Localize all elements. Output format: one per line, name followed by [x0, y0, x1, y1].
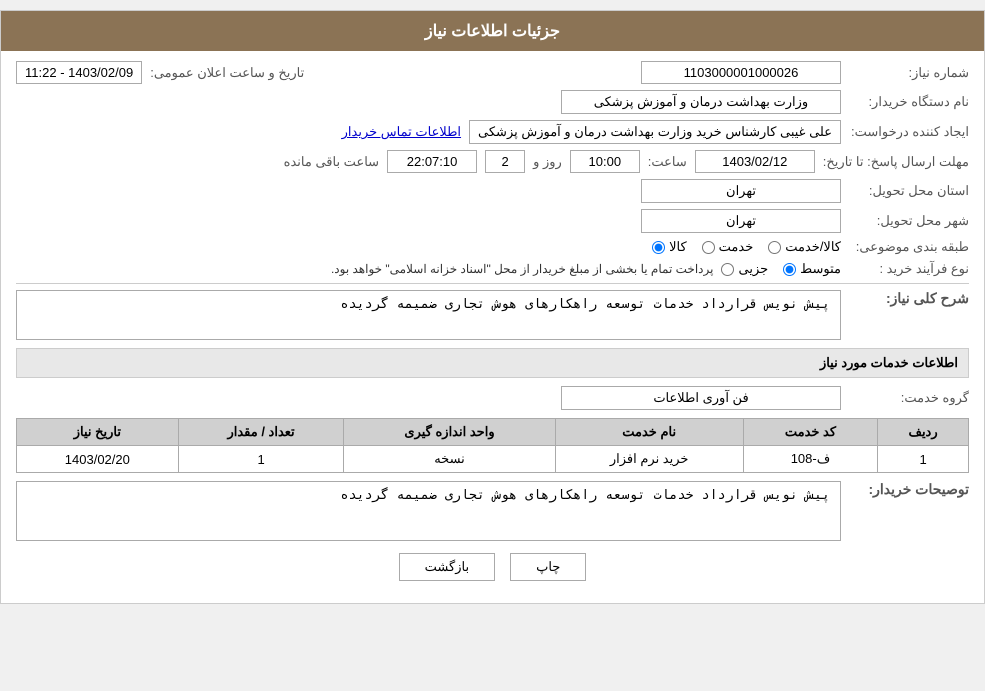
tabaqe-khidmat-label: خدمت: [719, 239, 754, 255]
page-container: جزئیات اطلاعات نیاز شماره نیاز: 11030000…: [0, 10, 985, 604]
back-button[interactable]: بازگشت: [399, 553, 495, 581]
row-tosifat: توصیحات خریدار:: [16, 481, 969, 541]
tarikh-label: تاریخ و ساعت اعلان عمومی:: [150, 65, 304, 81]
farayand-desc: پرداخت تمام یا بخشی از مبلغ خریدار از مح…: [331, 262, 714, 276]
row-mohlat: مهلت ارسال پاسخ: تا تاریخ: 1403/02/12 سا…: [16, 150, 969, 173]
mohlat-saat-label: ساعت:: [648, 154, 687, 170]
ostan-label: استان محل تحویل:: [849, 183, 969, 199]
tabaqe-kala-label: کالا: [669, 239, 687, 255]
shomara-value: 1103000001000026: [641, 61, 841, 84]
farayand-jozii-radio[interactable]: [721, 263, 734, 276]
cell-vahed: نسخه: [344, 446, 555, 473]
mohlat-roz: 2: [485, 150, 525, 173]
cell-radif: 1: [878, 446, 969, 473]
tabaqe-label: طبقه بندی موضوعی:: [849, 239, 969, 255]
khadamat-table: ردیف کد خدمت نام خدمت واحد اندازه گیری ت…: [16, 418, 969, 473]
table-row: 1ف-108خرید نرم افزارنسخه11403/02/20: [17, 446, 969, 473]
khadamat-title: اطلاعات خدمات مورد نیاز: [16, 348, 969, 378]
mohlat-label: مهلت ارسال پاسخ: تا تاریخ:: [823, 154, 969, 170]
farayand-jozii-label: جزیی: [738, 261, 768, 277]
shomara-label: شماره نیاز:: [849, 65, 969, 81]
ijad-label: ایجاد کننده درخواست:: [849, 124, 969, 140]
tabaqe-radiogroup: کالا/خدمت خدمت کالا: [652, 239, 841, 255]
dastasgah-label: نام دستگاه خریدار:: [849, 94, 969, 110]
col-code: کد خدمت: [743, 419, 877, 446]
col-vahed: واحد اندازه گیری: [344, 419, 555, 446]
mohlat-mande-label: ساعت باقی مانده: [284, 154, 379, 170]
dastasgah-value: وزارت بهداشت درمان و آموزش پزشکی: [561, 90, 841, 114]
mohlat-date: 1403/02/12: [695, 150, 815, 173]
tosifat-textarea[interactable]: [16, 481, 841, 541]
row-shahr: شهر محل تحویل: تهران: [16, 209, 969, 233]
row-shomara: شماره نیاز: 1103000001000026 تاریخ و ساع…: [16, 61, 969, 84]
divider-1: [16, 283, 969, 284]
farayand-motevaset: متوسط: [783, 261, 841, 277]
row-group: گروه خدمت: فن آوری اطلاعات: [16, 386, 969, 410]
cell-tedad: 1: [178, 446, 344, 473]
col-name: نام خدمت: [555, 419, 743, 446]
col-radif: ردیف: [878, 419, 969, 446]
ijad-link[interactable]: اطلاعات تماس خریدار: [342, 124, 461, 140]
tabaqe-kala-khidmat-label: کالا/خدمت: [785, 239, 841, 255]
tabaqe-kala-khidmat: کالا/خدمت: [768, 239, 841, 255]
ijad-value: علی غیبی کارشناس خرید وزارت بهداشت درمان…: [469, 120, 841, 144]
col-tedad: تعداد / مقدار: [178, 419, 344, 446]
farayand-radiogroup: متوسط جزیی: [721, 261, 841, 277]
shahr-value: تهران: [641, 209, 841, 233]
tabaqe-khidmat-radio[interactable]: [702, 241, 715, 254]
tabaqe-kala-radio[interactable]: [652, 241, 665, 254]
khadamat-table-section: ردیف کد خدمت نام خدمت واحد اندازه گیری ت…: [16, 418, 969, 473]
row-sharh: شرح کلی نیاز:: [16, 290, 969, 340]
cell-code: ف-108: [743, 446, 877, 473]
farayand-motevaset-radio[interactable]: [783, 263, 796, 276]
buttons-row: چاپ بازگشت: [16, 553, 969, 581]
content-area: شماره نیاز: 1103000001000026 تاریخ و ساع…: [1, 51, 984, 603]
ostan-value: تهران: [641, 179, 841, 203]
row-tabaqe: طبقه بندی موضوعی: کالا/خدمت خدمت کالا: [16, 239, 969, 255]
page-title: جزئیات اطلاعات نیاز: [425, 23, 560, 40]
row-ostan: استان محل تحویل: تهران: [16, 179, 969, 203]
print-button[interactable]: چاپ: [510, 553, 586, 581]
group-label: گروه خدمت:: [849, 390, 969, 406]
col-tarikh: تاریخ نیاز: [17, 419, 179, 446]
farayand-jozii: جزیی: [721, 261, 768, 277]
mohlat-roz-label: روز و: [533, 154, 562, 170]
tabaqe-kala: کالا: [652, 239, 687, 255]
cell-name: خرید نرم افزار: [555, 446, 743, 473]
mohlat-saat: 10:00: [570, 150, 640, 173]
row-farayand: نوع فرآیند خرید : متوسط جزیی پرداخت تمام…: [16, 261, 969, 277]
tabaqe-khidmat: خدمت: [702, 239, 754, 255]
group-value: فن آوری اطلاعات: [561, 386, 841, 410]
shahr-label: شهر محل تحویل:: [849, 213, 969, 229]
farayand-motevaset-label: متوسط: [800, 261, 841, 277]
row-ijad: ایجاد کننده درخواست: علی غیبی کارشناس خر…: [16, 120, 969, 144]
sharh-textarea[interactable]: [16, 290, 841, 340]
tarikh-value: 1403/02/09 - 11:22: [16, 61, 142, 84]
page-header: جزئیات اطلاعات نیاز: [1, 11, 984, 51]
tabaqe-kala-khidmat-radio[interactable]: [768, 241, 781, 254]
cell-tarikh: 1403/02/20: [17, 446, 179, 473]
mohlat-mande: 22:07:10: [387, 150, 477, 173]
sharh-label: شرح کلی نیاز:: [849, 290, 969, 307]
farayand-label: نوع فرآیند خرید :: [849, 261, 969, 277]
row-dastasgah: نام دستگاه خریدار: وزارت بهداشت درمان و …: [16, 90, 969, 114]
tosifat-label: توصیحات خریدار:: [849, 481, 969, 498]
